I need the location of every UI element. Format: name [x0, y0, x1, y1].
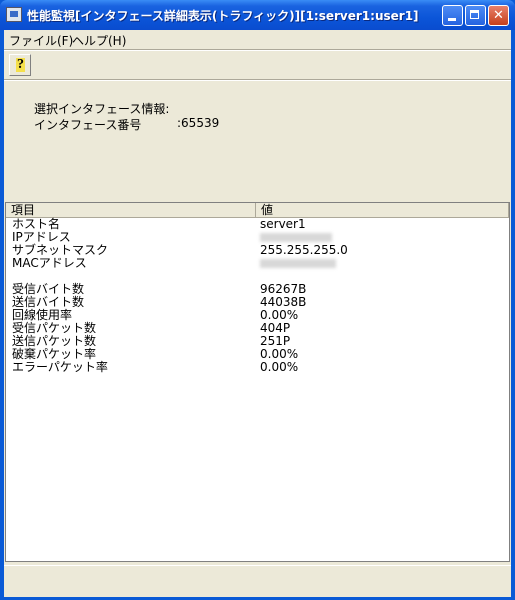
row-item-label: MACアドレス	[12, 256, 87, 270]
row-value	[260, 257, 336, 271]
row-value: server1	[260, 217, 306, 231]
list-row[interactable]: 送信バイト数 44038B	[6, 296, 509, 309]
window-title: 性能監視[インタフェース詳細表示(トラフィック)][1:server1:user…	[27, 9, 419, 23]
list-row[interactable]: MACアドレス	[6, 257, 509, 270]
list-header: 項目 値	[6, 203, 509, 218]
list-row[interactable]: エラーパケット率 0.00%	[6, 361, 509, 374]
info-heading: 選択インタフェース情報:	[34, 102, 170, 116]
menu-bar: ファイル(F) ヘルプ(H)	[4, 30, 511, 49]
maximize-button[interactable]	[465, 5, 486, 26]
main-window: 性能監視[インタフェース詳細表示(トラフィック)][1:server1:user…	[0, 0, 515, 600]
column-header-value[interactable]: 値	[256, 203, 509, 217]
detail-list[interactable]: 項目 値 ホスト名 server1 IPアドレス サブネットマスク 255.255.25…	[5, 202, 510, 562]
redacted-value	[260, 259, 336, 268]
row-item-label: エラーパケット率	[12, 360, 108, 374]
toolbar: ?	[4, 51, 511, 79]
row-value: 255.255.255.0	[260, 243, 348, 257]
redacted-value	[260, 233, 332, 242]
help-button[interactable]: ?	[9, 54, 31, 76]
maximize-icon	[466, 6, 485, 25]
app-monitor-icon[interactable]	[6, 7, 22, 22]
toolbar-separator	[4, 79, 511, 81]
interface-number-value: :65539	[177, 116, 220, 130]
close-icon: ✕	[493, 8, 504, 23]
menu-file[interactable]: ファイル(F)	[9, 32, 73, 49]
status-bar	[4, 565, 511, 597]
menu-help[interactable]: ヘルプ(H)	[72, 32, 126, 49]
close-button[interactable]: ✕	[488, 5, 509, 26]
minimize-icon	[443, 6, 462, 25]
title-bar[interactable]: 性能監視[インタフェース詳細表示(トラフィック)][1:server1:user…	[0, 0, 515, 30]
column-header-item[interactable]: 項目	[6, 203, 256, 217]
client-area: ファイル(F) ヘルプ(H) ? 選択インタフェース情報: インタフェース番号 …	[4, 30, 511, 597]
list-row[interactable]: ホスト名 server1	[6, 218, 509, 231]
row-value: 0.00%	[260, 360, 299, 374]
help-icon: ?	[16, 57, 25, 72]
interface-number-label: インタフェース番号	[34, 118, 142, 132]
minimize-button[interactable]	[442, 5, 463, 26]
